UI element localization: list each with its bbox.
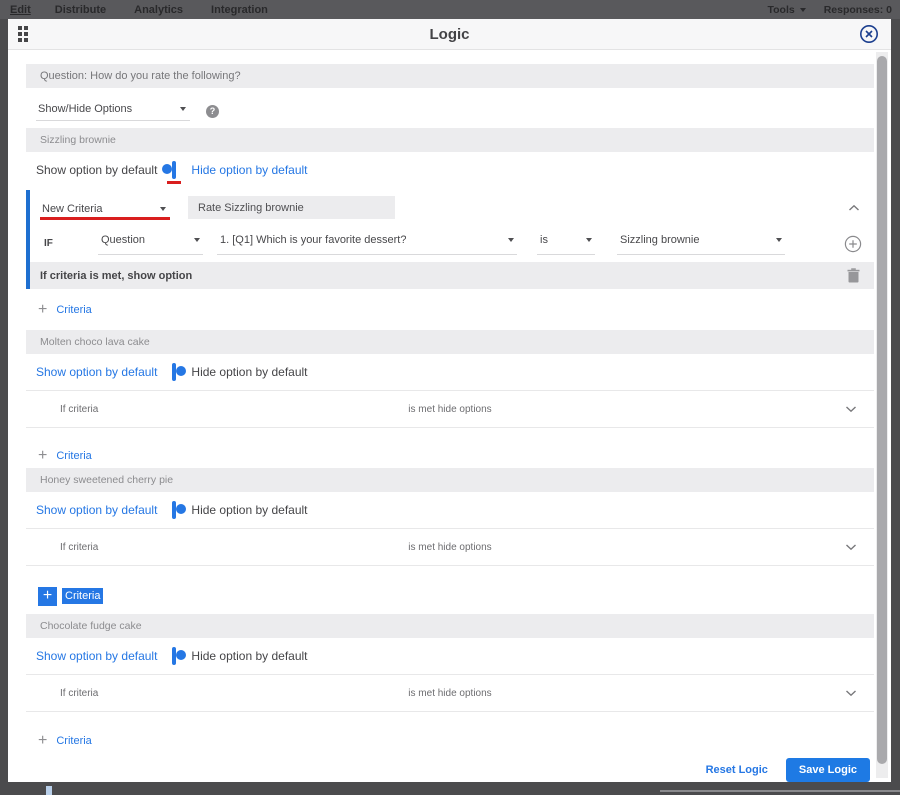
expand-chevron-down-icon[interactable] (845, 689, 857, 697)
show-option-link[interactable]: Show option by default (36, 503, 157, 517)
hide-option-label: Hide option by default (191, 503, 308, 517)
add-criteria-button-highlighted[interactable]: + Criteria (26, 585, 874, 607)
red-annotation-underline (40, 216, 170, 220)
tab-edit[interactable]: Edit (10, 4, 31, 16)
hide-option-label: Hide option by default (191, 649, 308, 663)
responses-count[interactable]: Responses: 0 (824, 4, 892, 16)
chevron-down-icon (799, 7, 806, 12)
dialog-scrollbar[interactable] (876, 52, 888, 778)
plus-icon: + (38, 301, 48, 318)
criteria-select-value: New Criteria (42, 202, 103, 215)
logic-type-row: Show/Hide Options ? (26, 100, 874, 122)
show-hide-toggle[interactable] (162, 161, 177, 179)
criteria-name-row: New Criteria Rate Sizzling brownie (30, 190, 874, 225)
dialog-footer: Reset Logic Save Logic (26, 757, 874, 782)
delete-criteria-icon[interactable] (847, 268, 860, 283)
save-logic-button[interactable]: Save Logic (785, 757, 870, 782)
show-hide-toggle[interactable] (172, 501, 187, 519)
show-hide-toggle[interactable] (172, 647, 187, 665)
show-option-link[interactable]: Show option by default (36, 649, 157, 663)
app-toolbar: Edit Distribute Analytics Integration To… (0, 0, 900, 19)
tab-analytics[interactable]: Analytics (134, 4, 183, 16)
caret-down-icon (160, 206, 166, 211)
add-criteria-button[interactable]: + Criteria (26, 445, 874, 467)
criteria-result-label: If criteria is met, show option (40, 269, 193, 282)
close-icon[interactable] (859, 24, 879, 44)
expand-chevron-down-icon[interactable] (845, 543, 857, 551)
tools-menu[interactable]: Tools (767, 3, 806, 16)
collapsed-criteria-row[interactable]: is met hide options If criteria (26, 528, 874, 566)
hide-option-link[interactable]: Hide option by default (191, 163, 307, 177)
expand-chevron-down-icon[interactable] (845, 405, 857, 413)
criteria-description-field[interactable]: Rate Sizzling brownie (188, 196, 395, 219)
add-condition-icon[interactable] (844, 235, 862, 253)
dialog-title: Logic (429, 25, 470, 43)
tab-integration[interactable]: Integration (211, 4, 268, 16)
tab-distribute[interactable]: Distribute (55, 4, 106, 16)
section-header-sizzling-brownie: Sizzling brownie (26, 128, 874, 152)
dialog-header: Logic (8, 19, 891, 50)
caret-down-icon (194, 238, 200, 242)
condition-operator-select[interactable]: is (537, 232, 595, 255)
caret-down-icon (180, 107, 186, 111)
show-option-link[interactable]: Show option by default (36, 365, 157, 379)
red-annotation-underline (167, 181, 182, 184)
caret-down-icon (776, 238, 782, 242)
if-label: IF (44, 238, 53, 249)
add-criteria-button[interactable]: + Criteria (26, 299, 874, 321)
hide-option-label: Hide option by default (191, 365, 308, 379)
section-header-honey-sweetened-cherry-pie: Honey sweetened cherry pie (26, 468, 874, 492)
condition-question-select[interactable]: 1. [Q1] Which is your favorite dessert? (217, 232, 517, 255)
plus-icon: + (38, 586, 57, 606)
background-page-fragment (46, 786, 52, 795)
caret-down-icon (586, 238, 592, 242)
criteria-summary-center: is met hide options (408, 403, 492, 415)
condition-value-select[interactable]: Sizzling brownie (617, 232, 785, 255)
condition-type-select[interactable]: Question (98, 232, 203, 255)
show-option-label: Show option by default (36, 163, 158, 177)
help-icon[interactable]: ? (206, 104, 219, 118)
scrollbar-thumb[interactable] (877, 56, 887, 764)
add-criteria-button[interactable]: + Criteria (26, 730, 874, 752)
criteria-result-row: If criteria is met, show option (30, 262, 874, 289)
tools-label: Tools (767, 3, 795, 16)
logic-dialog: Logic Question: How do you rate the foll… (8, 19, 891, 782)
plus-icon: + (38, 732, 48, 749)
collapsed-criteria-row[interactable]: is met hide options If criteria (26, 390, 874, 428)
criteria-select[interactable]: New Criteria (40, 201, 170, 217)
criteria-editor: New Criteria Rate Sizzling brownie IF Qu… (26, 190, 874, 289)
plus-icon: + (38, 447, 48, 464)
collapse-chevron-up-icon[interactable] (848, 204, 860, 212)
reset-logic-link[interactable]: Reset Logic (706, 764, 768, 776)
criteria-summary-center: is met hide options (408, 687, 492, 699)
background-page-divider (660, 790, 900, 792)
dialog-body: Question: How do you rate the following?… (8, 50, 891, 782)
criteria-summary-center: is met hide options (408, 541, 492, 553)
section-header-molten-choco-lava-cake: Molten choco lava cake (26, 330, 874, 354)
toggle-row-honey-sweetened-cherry-pie: Show option by default Hide option by de… (26, 492, 874, 528)
toggle-row-molten-choco-lava-cake: Show option by default Hide option by de… (26, 354, 874, 390)
collapsed-criteria-row[interactable]: is met hide options If criteria (26, 674, 874, 712)
question-label-bar: Question: How do you rate the following? (26, 64, 874, 88)
toggle-row-sizzling-brownie: Show option by default Hide option by de… (26, 152, 874, 188)
logic-type-value: Show/Hide Options (38, 103, 133, 115)
show-hide-toggle[interactable] (172, 363, 187, 381)
section-header-chocolate-fudge-cake: Chocolate fudge cake (26, 614, 874, 638)
caret-down-icon (508, 238, 514, 242)
toggle-row-chocolate-fudge-cake: Show option by default Hide option by de… (26, 638, 874, 674)
criteria-condition-row: IF Question 1. [Q1] Which is your favori… (30, 225, 874, 262)
logic-type-select[interactable]: Show/Hide Options (36, 101, 190, 121)
